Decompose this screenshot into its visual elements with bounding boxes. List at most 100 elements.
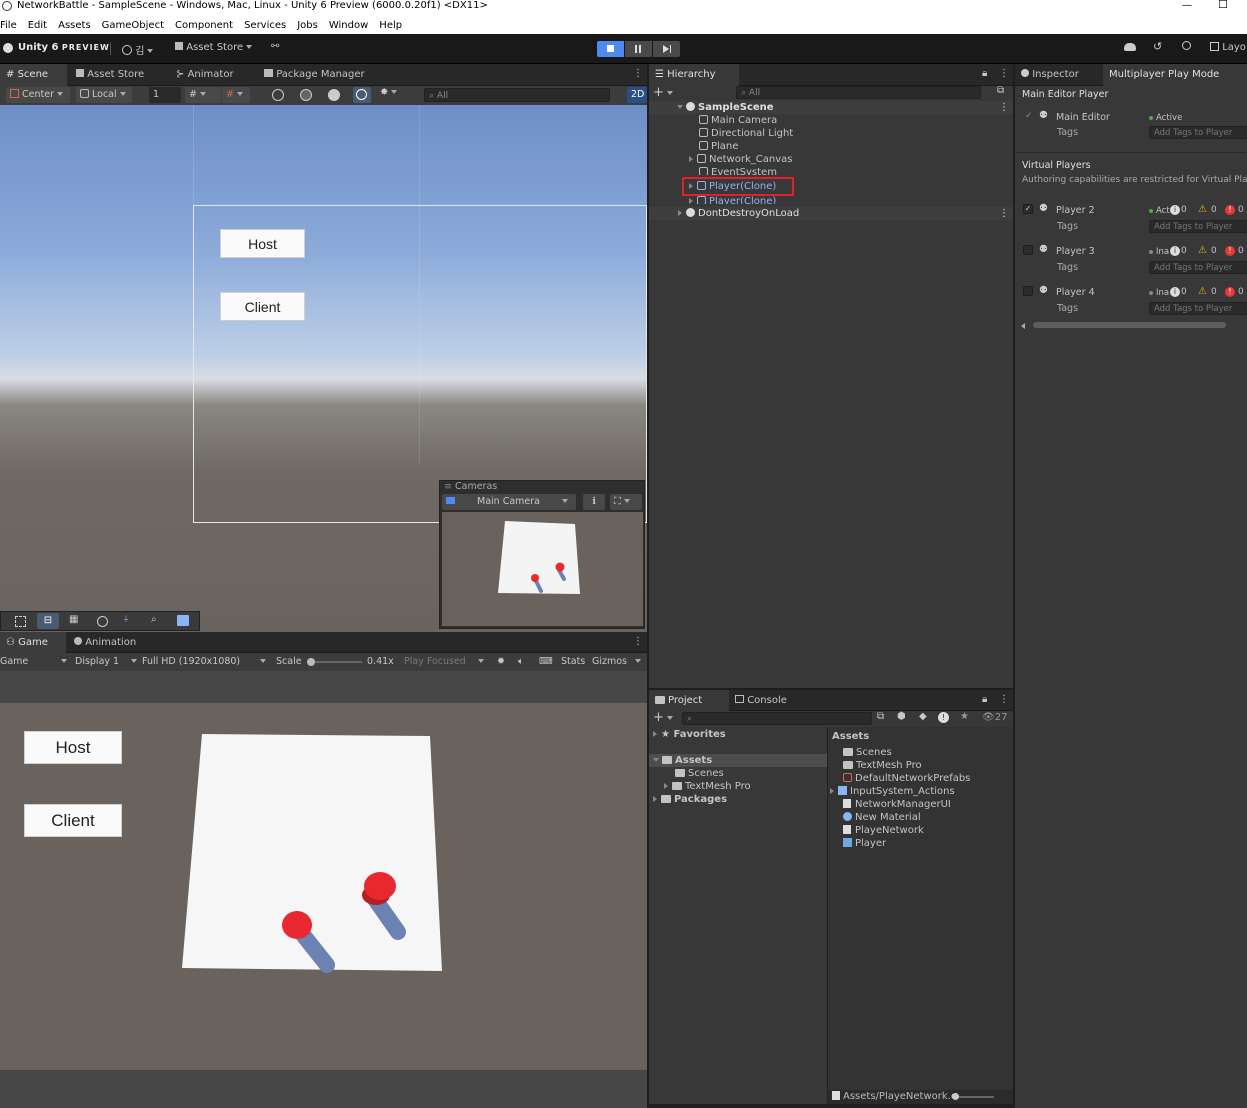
account-button[interactable]: 김 (122, 42, 154, 57)
search-filter-icon[interactable]: ⧉ (997, 85, 1004, 96)
menu-services[interactable]: Services (244, 17, 286, 34)
tree-favorites[interactable]: ★ Favorites (653, 728, 726, 741)
hierarchy-item[interactable]: Directional Light (699, 127, 793, 140)
hierarchy-item[interactable]: Plane (699, 140, 738, 153)
shading-shaded-icon[interactable] (328, 89, 340, 101)
scene-search-input[interactable]: ⌕ All (424, 88, 610, 102)
history-icon[interactable]: ↺ (1153, 40, 1162, 53)
mode-2d-button[interactable]: 2D (627, 87, 647, 103)
tab-scene[interactable]: # Scene (0, 64, 67, 86)
menu-edit[interactable]: Edit (28, 17, 47, 34)
tags-input[interactable]: Add Tags to Player (1149, 126, 1247, 139)
maximize-button[interactable]: ☐ (1218, 0, 1228, 10)
expand-arrow-icon[interactable] (653, 796, 657, 802)
lock-icon[interactable]: 🔒︎ (982, 68, 987, 79)
display-dropdown[interactable]: Display 1 (75, 653, 138, 671)
tab-animator[interactable]: ⊱ Animator (170, 64, 260, 86)
transform-tool-icon[interactable]: ⊟ (37, 613, 59, 629)
tab-project[interactable]: Project (649, 690, 729, 711)
hierarchy-item-selected[interactable]: Player(Clone) (682, 177, 794, 196)
more-options-icon[interactable]: ⋮ (633, 636, 643, 647)
hierarchy-item[interactable]: EventSystem (699, 166, 777, 175)
hierarchy-item[interactable]: Main Camera (699, 114, 777, 127)
stats-button[interactable]: Stats (561, 653, 585, 671)
step-button[interactable] (653, 41, 680, 57)
layout-button[interactable]: Layo (1210, 42, 1246, 53)
game-viewport[interactable]: Host Client (0, 703, 647, 1070)
player-enable-checkbox[interactable]: ✓ (1023, 204, 1033, 214)
warning-filter-icon[interactable]: ! (938, 712, 949, 723)
menu-file[interactable]: File (0, 17, 17, 34)
asset-item[interactable]: TextMesh Pro (843, 759, 922, 772)
tab-multiplayer-play-mode[interactable]: Multiplayer Play Mode (1103, 64, 1247, 86)
game-mode-dropdown[interactable]: Game (0, 653, 68, 671)
tags-input[interactable]: Add Tags to Player (1149, 302, 1247, 315)
rect-tool-icon[interactable] (15, 616, 26, 627)
keyboard-icon[interactable]: ⌨︎ (539, 653, 553, 671)
minimize-button[interactable]: — (1182, 0, 1192, 11)
camera-info-button[interactable]: ℹ (583, 494, 605, 510)
more-options-icon[interactable]: ⋮ (999, 101, 1009, 114)
scene-viewport[interactable]: Host Client ≡ Cameras Main Camera ℹ ⛶ ⊟ … (0, 105, 647, 632)
grid-snap-button[interactable]: # (185, 87, 221, 103)
player-enable-checkbox[interactable] (1023, 286, 1033, 296)
scene-client-button[interactable]: Client (220, 292, 305, 321)
camera-select-dropdown[interactable]: Main Camera (442, 494, 576, 510)
menu-assets[interactable]: Assets (58, 17, 91, 34)
horizontal-scrollbar[interactable] (1021, 321, 1247, 329)
hierarchy-item[interactable]: Player(Clone) (689, 196, 776, 204)
hierarchy-dont-destroy-row[interactable]: DontDestroyOnLoad ⋮ (649, 207, 1013, 220)
drag-handle-icon[interactable]: ≡ (444, 481, 455, 492)
player-enable-checkbox[interactable] (1023, 245, 1033, 255)
asset-item[interactable]: NetworkManagerUI (843, 798, 951, 811)
bug-icon[interactable]: ✹ (497, 653, 505, 671)
expand-arrow-icon[interactable] (677, 105, 683, 109)
menu-gameobject[interactable]: GameObject (102, 17, 164, 34)
cloud-icon[interactable] (1124, 43, 1136, 51)
effects-dropdown-icon[interactable]: ✸ (380, 87, 398, 98)
tags-input[interactable]: Add Tags to Player (1149, 261, 1247, 274)
tree-folder[interactable]: Scenes (675, 767, 724, 780)
magnify-tool-icon[interactable]: ⌕ (151, 614, 157, 625)
asset-item[interactable]: Player (843, 837, 886, 850)
grid-visibility-button[interactable]: # (222, 87, 250, 103)
lock-icon[interactable]: 🔒︎ (982, 694, 987, 705)
scale-slider[interactable] (307, 658, 362, 666)
menu-help[interactable]: Help (379, 17, 402, 34)
tree-folder[interactable]: TextMesh Pro (664, 780, 751, 793)
play-focused-dropdown[interactable]: Play Focused (404, 653, 484, 671)
tree-assets[interactable]: Assets (649, 754, 827, 767)
expand-arrow-icon[interactable] (689, 156, 693, 162)
game-host-button[interactable]: Host (24, 731, 122, 764)
search-icon[interactable] (1182, 41, 1191, 50)
search-by-label-icon[interactable]: ⬢ (897, 711, 906, 722)
orientation-gizmo-icon[interactable] (272, 89, 284, 101)
tab-hierarchy[interactable]: ☰ Hierarchy (649, 64, 739, 86)
expand-arrow-icon[interactable] (653, 758, 659, 762)
more-options-icon[interactable]: ⋮ (999, 694, 1009, 705)
scale-slider-thumb[interactable] (307, 658, 315, 666)
tab-inspector[interactable]: Inspector (1015, 64, 1103, 86)
shading-wireframe-icon[interactable] (300, 89, 312, 101)
scroll-left-icon[interactable] (1021, 323, 1025, 329)
custom-tool-icon[interactable]: ⍭ (123, 614, 129, 625)
size-slider-thumb[interactable] (952, 1093, 959, 1100)
asset-item[interactable]: InputSystem_Actions (830, 785, 955, 798)
add-object-button[interactable]: + (653, 85, 673, 100)
asset-item[interactable]: PlayeNetwork (843, 824, 924, 837)
pause-button[interactable] (625, 41, 652, 57)
space-dropdown[interactable]: Local (76, 87, 132, 103)
project-search-input[interactable]: ⌕ (682, 712, 872, 725)
asset-store-button[interactable]: Asset Store (175, 42, 253, 53)
tab-animation[interactable]: Animation (68, 632, 158, 653)
asset-item[interactable]: New Material (843, 811, 921, 824)
lighting-toggle-icon[interactable] (353, 87, 371, 103)
tab-game[interactable]: ⚇ Game (0, 632, 66, 653)
play-button[interactable] (597, 41, 624, 57)
favorite-star-icon[interactable]: ★ (960, 711, 969, 722)
expand-arrow-icon[interactable] (830, 788, 834, 794)
gizmos-dropdown[interactable]: Gizmos (592, 653, 642, 671)
tab-package-manager[interactable]: Package Manager (258, 64, 378, 86)
menu-component[interactable]: Component (175, 17, 233, 34)
asset-item[interactable]: DefaultNetworkPrefabs (843, 772, 970, 785)
